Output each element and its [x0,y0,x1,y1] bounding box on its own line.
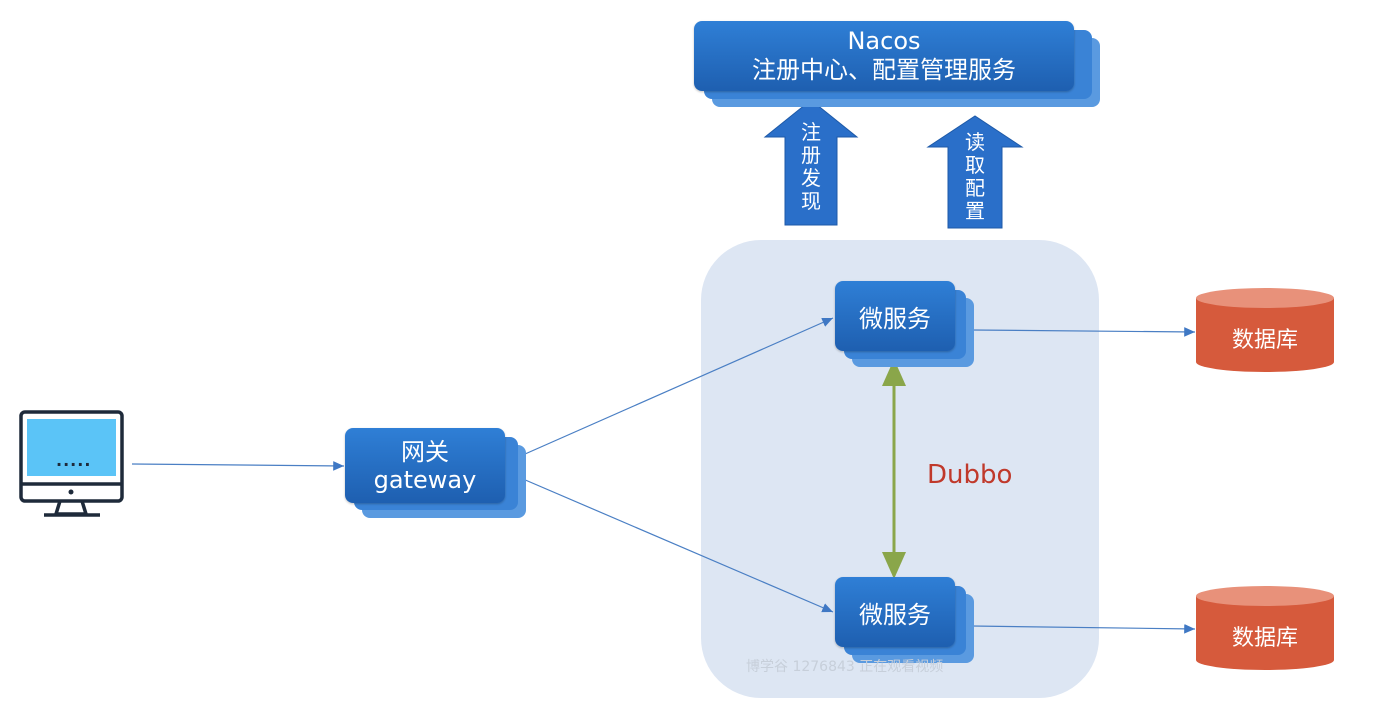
gateway-box: 网关 gateway [345,428,505,503]
gateway-subtitle: gateway [373,465,477,494]
microservice-bottom-label: 微服务 [859,600,931,629]
database-bottom-label: 数据库 [1231,626,1298,651]
read-config-label: 读 取 配 置 [965,130,985,223]
nacos-subtitle: 注册中心、配置管理服务 [752,56,1016,84]
register-discover-label: 注 册 发 现 [801,120,821,213]
nacos-title: Nacos [847,27,921,55]
connector-layer [19,99,1334,670]
microservice-top-box: 微服务 [835,281,955,351]
monitor-screen-text: ..... [56,451,92,470]
microservice-top-label: 微服务 [859,304,931,333]
gateway-title: 网关 [401,437,449,466]
database-top-label: 数据库 [1231,328,1298,353]
client-to-gateway-connector [131,461,345,471]
microservice-bottom-box: 微服务 [835,577,955,647]
dubbo-label: Dubbo [927,460,1013,490]
service-bottom-to-db-connector [971,624,1196,634]
gateway-to-service-top-connector [515,317,834,459]
watermark-text: 博学谷 1276843 正在观看视频 [746,659,944,675]
service-top-to-db-connector [971,327,1196,337]
nacos-box: Nacos 注册中心、配置管理服务 [694,21,1074,91]
gateway-to-service-bottom-connector [515,475,834,613]
